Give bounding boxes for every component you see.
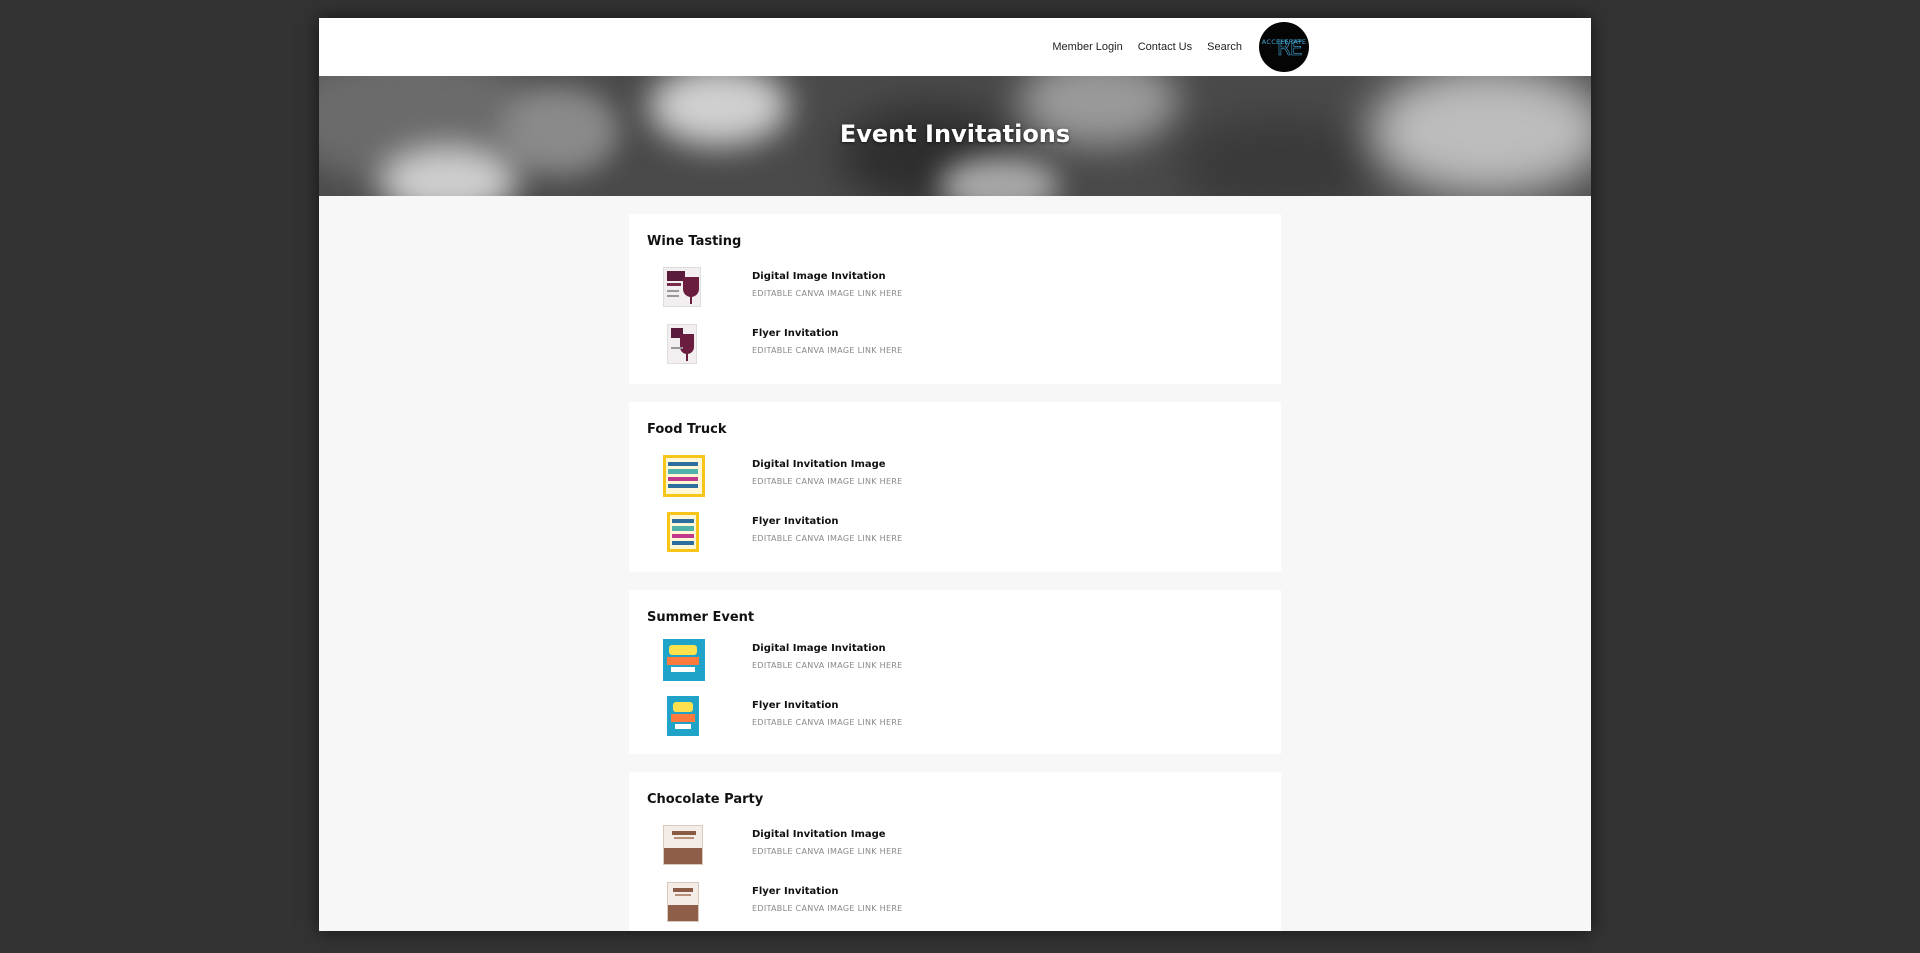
list-item: Digital Image Invitation EDITABLE CANVA … bbox=[663, 267, 1063, 311]
item-title: Digital Invitation Image bbox=[752, 459, 886, 470]
list-item: Digital Image Invitation EDITABLE CANVA … bbox=[663, 639, 1063, 683]
site-header: Member Login Contact Us Search RE ACCELE… bbox=[319, 18, 1591, 76]
canva-link[interactable]: EDITABLE CANVA IMAGE LINK HERE bbox=[752, 534, 903, 543]
canva-link[interactable]: EDITABLE CANVA IMAGE LINK HERE bbox=[752, 346, 903, 355]
invitation-thumbnail[interactable] bbox=[667, 512, 699, 552]
item-title: Flyer Invitation bbox=[752, 700, 839, 711]
item-title: Flyer Invitation bbox=[752, 516, 839, 527]
invitation-thumbnail[interactable] bbox=[667, 324, 697, 364]
list-item: Digital Invitation Image EDITABLE CANVA … bbox=[663, 825, 1063, 869]
invitation-thumbnail[interactable] bbox=[663, 455, 705, 497]
invitation-thumbnail[interactable] bbox=[667, 882, 699, 922]
section-card: Chocolate Party Digital Invitation Image… bbox=[629, 772, 1281, 931]
logo-text: ACCELERATE bbox=[1261, 38, 1307, 46]
nav-search[interactable]: Search bbox=[1207, 41, 1242, 53]
section-title: Food Truck bbox=[647, 422, 727, 437]
item-title: Digital Image Invitation bbox=[752, 643, 886, 654]
invitation-thumbnail[interactable] bbox=[663, 825, 703, 865]
nav-member-login[interactable]: Member Login bbox=[1052, 41, 1122, 53]
item-title: Flyer Invitation bbox=[752, 886, 839, 897]
nav-contact-us[interactable]: Contact Us bbox=[1138, 41, 1192, 53]
item-title: Digital Invitation Image bbox=[752, 829, 886, 840]
section-card: Wine Tasting Digital Image Invitation ED… bbox=[629, 214, 1281, 384]
section-card: Summer Event Digital Image Invitation ED… bbox=[629, 590, 1281, 754]
canva-link[interactable]: EDITABLE CANVA IMAGE LINK HERE bbox=[752, 718, 903, 727]
canva-link[interactable]: EDITABLE CANVA IMAGE LINK HERE bbox=[752, 847, 903, 856]
item-title: Flyer Invitation bbox=[752, 328, 839, 339]
list-item: Flyer Invitation EDITABLE CANVA IMAGE LI… bbox=[663, 512, 1063, 556]
list-item: Digital Invitation Image EDITABLE CANVA … bbox=[663, 455, 1063, 499]
section-title: Summer Event bbox=[647, 610, 755, 625]
canva-link[interactable]: EDITABLE CANVA IMAGE LINK HERE bbox=[752, 477, 903, 486]
invitation-thumbnail[interactable] bbox=[663, 639, 705, 681]
list-item: Flyer Invitation EDITABLE CANVA IMAGE LI… bbox=[663, 324, 1063, 368]
section-card: Food Truck Digital Invitation Image EDIT… bbox=[629, 402, 1281, 572]
list-item: Flyer Invitation EDITABLE CANVA IMAGE LI… bbox=[663, 696, 1063, 740]
list-item: Flyer Invitation EDITABLE CANVA IMAGE LI… bbox=[663, 882, 1063, 926]
site-logo[interactable]: RE ACCELERATE bbox=[1259, 22, 1309, 72]
invitation-thumbnail[interactable] bbox=[667, 696, 699, 736]
section-title: Wine Tasting bbox=[647, 234, 742, 249]
canva-link[interactable]: EDITABLE CANVA IMAGE LINK HERE bbox=[752, 661, 903, 670]
canva-link[interactable]: EDITABLE CANVA IMAGE LINK HERE bbox=[752, 904, 903, 913]
page: Member Login Contact Us Search RE ACCELE… bbox=[319, 18, 1591, 931]
canva-link[interactable]: EDITABLE CANVA IMAGE LINK HERE bbox=[752, 289, 903, 298]
item-title: Digital Image Invitation bbox=[752, 271, 886, 282]
main-nav: Member Login Contact Us Search RE ACCELE… bbox=[1052, 18, 1309, 76]
section-title: Chocolate Party bbox=[647, 792, 764, 807]
hero-banner: Event Invitations bbox=[319, 76, 1591, 196]
invitation-thumbnail[interactable] bbox=[663, 267, 701, 307]
page-title: Event Invitations bbox=[839, 120, 1071, 148]
